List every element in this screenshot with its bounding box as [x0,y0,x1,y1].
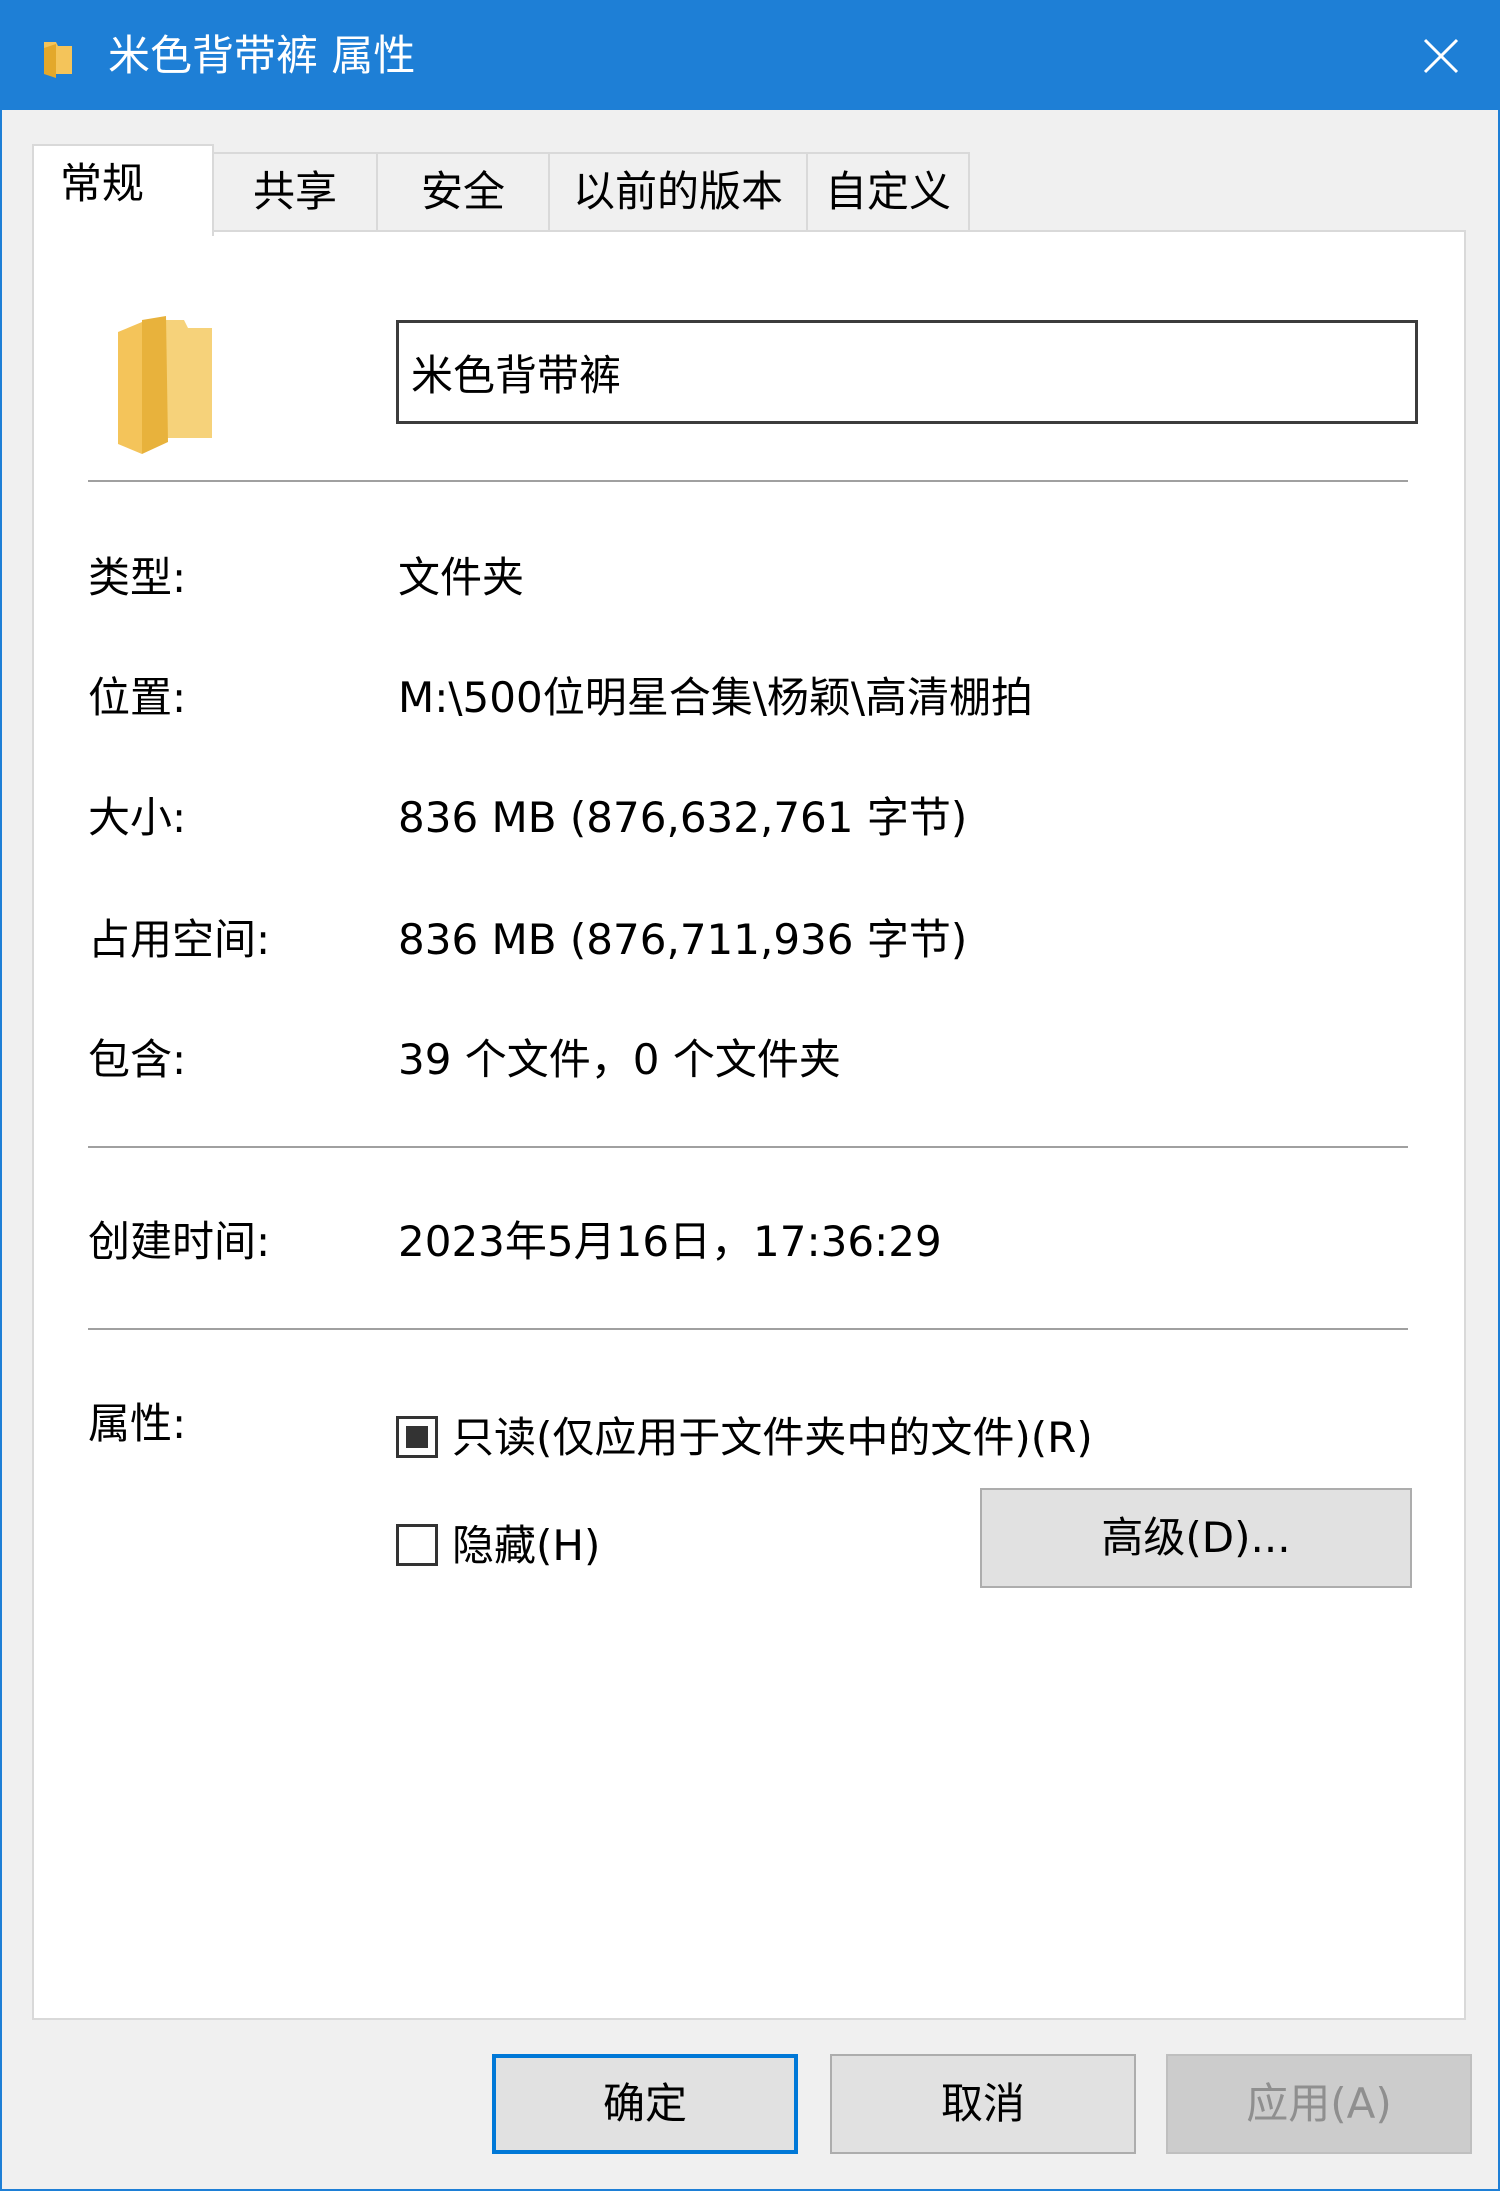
hidden-option[interactable]: 隐藏(H) [396,1518,696,1574]
close-icon [1423,38,1459,74]
folder-icon [104,308,214,462]
size-value: 836 MB (876,632,761 字节) [398,793,968,842]
size-on-disk-value: 836 MB (876,711,936 字节) [398,915,968,964]
properties-dialog: 米色背带裤 属性 常规 共享 安全 以前的版本 自定义 类型: 文件夹 位置: … [0,0,1500,2191]
tab-customize[interactable]: 自定义 [806,152,970,232]
close-button[interactable] [1406,24,1476,88]
separator [88,1146,1408,1148]
location-label: 位置: [88,673,187,722]
title-bar[interactable]: 米色背带裤 属性 [2,2,1498,110]
readonly-checkbox[interactable] [396,1416,438,1458]
hidden-checkbox[interactable] [396,1524,438,1566]
tab-general[interactable]: 常规 [32,144,214,236]
readonly-label: 只读(仅应用于文件夹中的文件)(R) [452,1413,1093,1462]
contains-value: 39 个文件，0 个文件夹 [398,1035,841,1084]
separator [88,480,1408,482]
window-title: 米色背带裤 属性 [108,31,416,80]
separator [88,1328,1408,1330]
contains-label: 包含: [88,1035,187,1084]
size-label: 大小: [88,793,187,842]
readonly-option[interactable]: 只读(仅应用于文件夹中的文件)(R) [396,1410,1196,1466]
created-label: 创建时间: [88,1217,271,1266]
hidden-label: 隐藏(H) [452,1521,601,1570]
type-value: 文件夹 [398,553,525,602]
tab-sharing[interactable]: 共享 [212,152,378,232]
attributes-label: 属性: [88,1399,187,1448]
general-panel: 类型: 文件夹 位置: M:\500位明星合集\杨颖\高清棚拍 大小: 836 … [32,230,1466,2020]
location-value: M:\500位明星合集\杨颖\高清棚拍 [398,673,1034,722]
ok-button[interactable]: 确定 [492,2054,798,2154]
apply-button[interactable]: 应用(A) [1166,2054,1472,2154]
folder-name-input[interactable] [396,320,1418,424]
tab-strip: 常规 共享 安全 以前的版本 自定义 [32,144,1472,236]
size-on-disk-label: 占用空间: [88,915,271,964]
tab-previous-versions[interactable]: 以前的版本 [548,152,808,232]
advanced-button[interactable]: 高级(D)... [980,1488,1412,1588]
tab-security[interactable]: 安全 [376,152,550,232]
created-value: 2023年5月16日，17:36:29 [398,1217,942,1266]
folder-icon [42,38,74,78]
cancel-button[interactable]: 取消 [830,2054,1136,2154]
type-label: 类型: [88,553,187,602]
